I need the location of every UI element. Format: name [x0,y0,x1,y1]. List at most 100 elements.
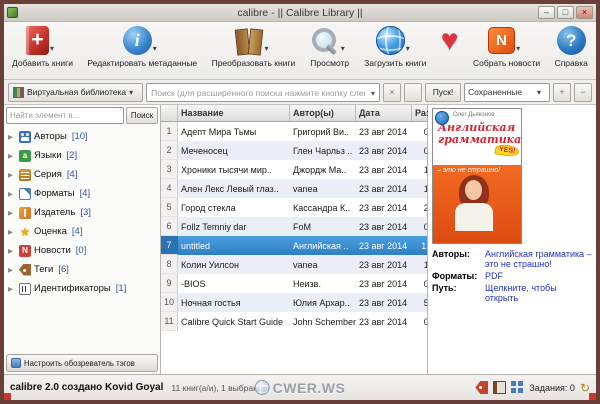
cell-size[interactable]: 1.4 [412,179,427,198]
sidebar-item-publisher[interactable]: Издатель [3] [6,203,158,222]
cell-title[interactable]: Город стекла [178,198,290,217]
cell-date[interactable]: 23 авг 2014 [356,312,412,331]
cell-size[interactable]: 1.9 [412,160,427,179]
table-row[interactable]: 11Calibre Quick Start GuideJohn Schember… [161,312,427,331]
cell-size[interactable]: 2.6 [412,198,427,217]
minimize-button[interactable]: – [538,6,555,19]
convert-books-button[interactable]: Преобразовать книги [212,25,296,68]
fetch-news-button[interactable]: Собрать новости [473,25,540,68]
sidebar-item-news[interactable]: Новости [0] [6,241,158,260]
table-row[interactable]: 10Ночная гостьяЮлия Архар..23 авг 20145.… [161,293,427,312]
cell-authors[interactable]: Юлия Архар.. [290,293,356,312]
row-number[interactable]: 4 [161,179,178,198]
cell-date[interactable]: 23 авг 2014 [356,217,412,236]
cell-size[interactable]: 0.9 [412,122,427,141]
tag-find-input[interactable] [6,107,124,124]
view-button[interactable]: Просмотр [310,25,350,68]
row-number[interactable]: 1 [161,122,178,141]
row-number[interactable]: 5 [161,198,178,217]
row-number[interactable]: 6 [161,217,178,236]
go-button[interactable]: Пуск! [425,83,461,102]
cell-title[interactable]: Колин Уилсон [178,255,290,274]
formats-field-value[interactable]: PDF [485,271,592,281]
cell-date[interactable]: 23 авг 2014 [356,179,412,198]
header-row-number[interactable] [161,105,178,121]
cell-date[interactable]: 23 авг 2014 [356,274,412,293]
edit-metadata-button[interactable]: Редактировать метаданные [87,25,197,68]
cell-date[interactable]: 23 авг 2014 [356,236,412,255]
authors-field-value[interactable]: Английская грамматика – это не страшно! [485,249,592,269]
cell-size[interactable]: 0.6 [412,312,427,331]
table-row[interactable]: 5Город стеклаКассандра К..23 авг 20142.6 [161,198,427,217]
expand-arrow-icon[interactable] [8,245,16,256]
expand-arrow-icon[interactable] [8,188,16,199]
clear-search-button[interactable]: × [383,83,401,102]
expand-arrow-icon[interactable] [8,264,16,275]
table-row[interactable]: 8Колин Уилсонvanea23 авг 20141.1 [161,255,427,274]
search-options-button[interactable] [404,83,422,102]
table-row[interactable]: 7untitledАнглийская ..23 авг 201413.2 [161,236,427,255]
row-number[interactable]: 7 [161,236,178,255]
cell-size[interactable]: 0.5 [412,274,427,293]
configure-tag-browser-button[interactable]: Настроить обозреватель тэгов [6,354,158,372]
cell-date[interactable]: 23 авг 2014 [356,293,412,312]
row-number[interactable]: 11 [161,312,178,331]
expand-arrow-icon[interactable] [8,283,16,294]
jobs-status-text[interactable]: Задания: 0 [529,383,575,393]
cell-title[interactable]: Ночная гостья [178,293,290,312]
saved-searches-combo[interactable]: Сохраненные [464,83,550,102]
row-number[interactable]: 10 [161,293,178,312]
cell-authors[interactable]: John Schember [290,312,356,331]
cell-date[interactable]: 23 авг 2014 [356,255,412,274]
maximize-button[interactable]: □ [557,6,574,19]
chevron-down-icon[interactable] [264,38,273,56]
save-search-button[interactable]: + [553,83,571,102]
chevron-down-icon[interactable] [406,38,415,56]
chevron-down-icon[interactable] [537,87,546,97]
sidebar-item-rating[interactable]: Оценка [4] [6,222,158,241]
expand-arrow-icon[interactable] [8,226,16,237]
row-number[interactable]: 2 [161,141,178,160]
chevron-down-icon[interactable] [516,38,525,56]
header-date[interactable]: Дата [356,105,412,121]
row-number[interactable]: 9 [161,274,178,293]
tag-browser-toggle-icon[interactable] [475,381,488,394]
expand-arrow-icon[interactable] [8,150,16,161]
table-row[interactable]: 6Follz Temniy darFoM23 авг 20140.6 [161,217,427,236]
table-row[interactable]: 1Адепт Мира ТьмыГригорий Ви..23 авг 2014… [161,122,427,141]
sidebar-item-authors[interactable]: Авторы [10] [6,127,158,146]
help-button[interactable]: Справка [555,25,588,68]
cell-title[interactable]: Calibre Quick Start Guide [178,312,290,331]
path-field-value[interactable]: Щелкните, чтобы открыть [485,283,592,303]
sidebar-item-languages[interactable]: Языки [2] [6,146,158,165]
cell-title[interactable]: Адепт Мира Тьмы [178,122,290,141]
cell-size[interactable]: 0.9 [412,141,427,160]
cell-date[interactable]: 23 авг 2014 [356,160,412,179]
donate-button[interactable] [441,25,459,58]
row-number[interactable]: 3 [161,160,178,179]
cell-authors[interactable]: Григорий Ви.. [290,122,356,141]
header-authors[interactable]: Автор(ы) [290,105,356,121]
row-number[interactable]: 8 [161,255,178,274]
cell-authors[interactable]: vanea [290,179,356,198]
cell-date[interactable]: 23 авг 2014 [356,141,412,160]
cell-size[interactable]: 0.6 [412,217,427,236]
table-row[interactable]: 2МеченосецГлен Чарльз ..23 авг 20140.9 [161,141,427,160]
expand-arrow-icon[interactable] [8,207,16,218]
cover-grid-toggle-icon[interactable] [511,381,524,394]
chevron-down-icon[interactable] [153,38,162,56]
delete-search-button[interactable]: − [574,83,592,102]
header-title[interactable]: Название [178,105,290,121]
cell-authors[interactable]: Джордж Ма.. [290,160,356,179]
cell-title[interactable]: Ален Лекс Левый глаз.. [178,179,290,198]
expand-arrow-icon[interactable] [8,169,16,180]
search-input[interactable] [146,83,380,102]
chevron-down-icon[interactable] [129,87,138,97]
tag-find-button[interactable]: Поиск [126,107,158,124]
sidebar-item-identifiers[interactable]: Идентификаторы [1] [6,279,158,298]
cell-date[interactable]: 23 авг 2014 [356,198,412,217]
expand-arrow-icon[interactable] [8,131,16,142]
search-history-arrow-icon[interactable] [367,83,379,102]
sidebar-item-series[interactable]: Серия [4] [6,165,158,184]
table-row[interactable]: 3Хроники тысячи мир..Джордж Ма..23 авг 2… [161,160,427,179]
